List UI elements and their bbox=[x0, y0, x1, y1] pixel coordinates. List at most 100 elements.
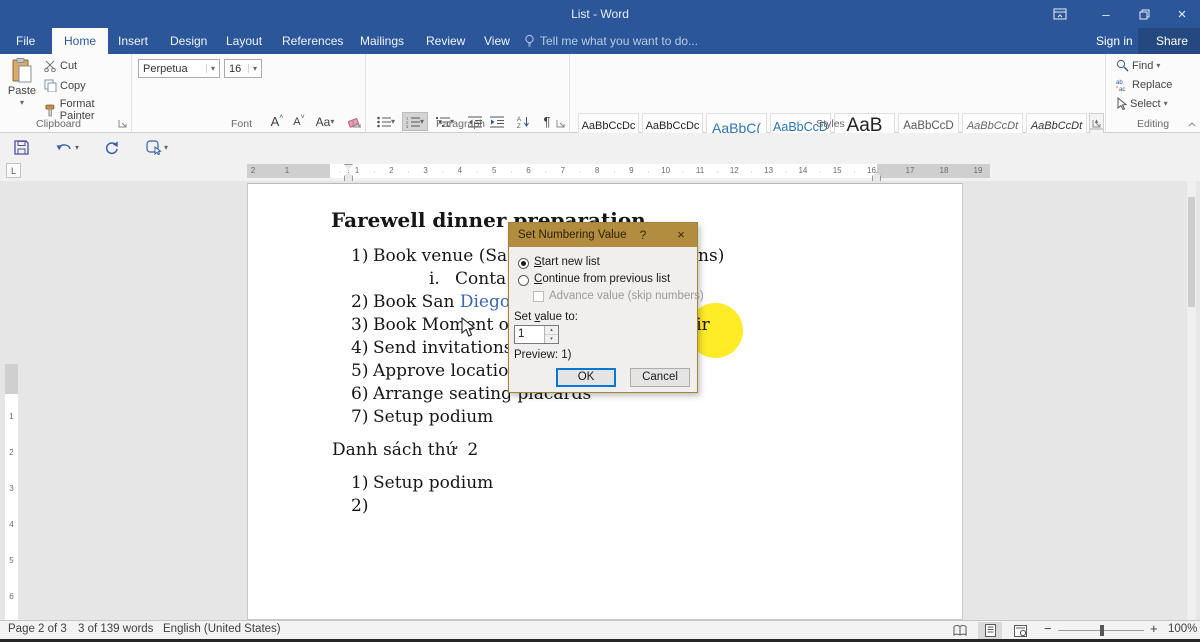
tab-references[interactable]: References bbox=[270, 28, 355, 54]
list-text: Setup podium bbox=[373, 473, 493, 493]
cursor-arrow-icon bbox=[1116, 97, 1127, 110]
ok-button[interactable]: OK bbox=[556, 368, 616, 387]
read-mode-button[interactable] bbox=[948, 622, 972, 639]
page-count[interactable]: Page 2 of 3 bbox=[8, 623, 67, 635]
tab-review[interactable]: Review bbox=[414, 28, 477, 54]
ruler-number: 4 bbox=[5, 520, 18, 529]
list-number: 1) bbox=[351, 473, 368, 493]
word-count[interactable]: 3 of 139 words bbox=[78, 623, 153, 635]
tab-design[interactable]: Design bbox=[158, 28, 219, 54]
find-button[interactable]: Find ▾ bbox=[1116, 59, 1160, 72]
vertical-scrollbar[interactable] bbox=[1187, 181, 1196, 620]
language-indicator[interactable]: English (United States) bbox=[163, 623, 281, 635]
ruler-tick: · bbox=[716, 169, 718, 176]
ruler-number: 3 bbox=[423, 166, 427, 175]
tab-file[interactable]: File bbox=[4, 28, 47, 54]
group-editing: Find ▾ abac Replace Select ▾ Editing bbox=[1106, 54, 1200, 133]
set-value-spinner[interactable]: 1 ▴ ▾ bbox=[514, 325, 559, 344]
ruler-number: 5 bbox=[492, 166, 496, 175]
paste-button[interactable]: Paste ▾ bbox=[5, 58, 39, 107]
spinner-down-button[interactable]: ▾ bbox=[545, 335, 558, 344]
cancel-button[interactable]: Cancel bbox=[630, 368, 690, 387]
ruler-margin bbox=[5, 364, 18, 394]
zoom-in-button[interactable]: + bbox=[1150, 621, 1158, 636]
group-paragraph: ▾ 123 ▾ ▾ AZ ¶ bbox=[366, 54, 570, 133]
select-button[interactable]: Select ▾ bbox=[1116, 97, 1168, 110]
dialog-close-button[interactable]: × bbox=[665, 223, 697, 247]
ruler-number: 15 bbox=[833, 166, 842, 175]
dialog-help-button[interactable]: ? bbox=[629, 223, 657, 247]
redo-button[interactable] bbox=[104, 136, 119, 158]
ribbon: Paste ▾ Cut Copy Format Painter Clipboar… bbox=[0, 54, 1200, 133]
list-text: Book Moment o bbox=[373, 315, 509, 335]
list-text: Conta bbox=[455, 269, 506, 289]
list-number: 6) bbox=[351, 384, 368, 404]
save-button[interactable] bbox=[14, 136, 29, 158]
ruler-number: 8 bbox=[595, 166, 599, 175]
clipboard-dialog-launcher-icon[interactable] bbox=[118, 119, 128, 129]
ruler-number: 11 bbox=[696, 166, 704, 175]
zoom-out-button[interactable]: − bbox=[1044, 621, 1052, 636]
scrollbar-thumb[interactable] bbox=[1188, 197, 1195, 307]
share-button[interactable]: Share bbox=[1138, 28, 1200, 54]
ruler-text-area bbox=[330, 164, 877, 178]
font-size-combobox[interactable]: 16 ▾ bbox=[224, 59, 262, 78]
doc-heading2: Danh sách thứ 2 bbox=[332, 440, 478, 460]
cut-button[interactable]: Cut bbox=[44, 60, 77, 72]
chevron-down-icon: ▾ bbox=[75, 143, 79, 152]
continue-previous-list-radio[interactable] bbox=[518, 275, 529, 286]
quick-access-toolbar: ▾ ▾ bbox=[0, 133, 1200, 161]
copy-button[interactable]: Copy bbox=[44, 79, 86, 92]
undo-button[interactable]: ▾ bbox=[56, 136, 79, 158]
ruler-tick: · bbox=[476, 169, 478, 176]
paragraph-dialog-launcher-icon[interactable] bbox=[556, 119, 566, 129]
set-value-label: Set value to: bbox=[514, 311, 578, 323]
tab-home[interactable]: Home bbox=[52, 28, 108, 54]
web-layout-button[interactable] bbox=[1008, 622, 1032, 639]
touch-mouse-mode-button[interactable]: ▾ bbox=[146, 136, 168, 158]
set-value-input[interactable]: 1 bbox=[518, 328, 524, 340]
group-font: Perpetua ▾ 16 ▾ A˄ A˅ Aa▾ B I U ▾ abc x₂… bbox=[132, 54, 366, 133]
ruler-tick: · bbox=[373, 169, 375, 176]
ruler-number: 18 bbox=[940, 166, 949, 175]
font-family-combobox[interactable]: Perpetua ▾ bbox=[138, 59, 220, 78]
chevron-down-icon: ▾ bbox=[20, 98, 24, 107]
advance-value-checkbox[interactable] bbox=[533, 291, 544, 302]
tell-me-box[interactable]: Tell me what you want to do... bbox=[524, 28, 698, 54]
horizontal-ruler: 211·2·3·4·5·6·7·8·9·10·11·12·13·14·15·16… bbox=[247, 164, 990, 178]
font-dialog-launcher-icon[interactable] bbox=[352, 119, 362, 129]
find-label: Find bbox=[1132, 60, 1153, 72]
start-new-list-radio[interactable] bbox=[518, 258, 529, 269]
styles-dialog-launcher-icon[interactable] bbox=[1092, 119, 1102, 129]
close-button[interactable]: × bbox=[1164, 0, 1200, 28]
editing-group-label: Editing bbox=[1106, 118, 1200, 130]
tab-layout[interactable]: Layout bbox=[214, 28, 274, 54]
access-key: S bbox=[534, 256, 542, 268]
tab-view[interactable]: View bbox=[472, 28, 522, 54]
spinner-up-button[interactable]: ▴ bbox=[545, 326, 558, 335]
pointer-box-icon bbox=[146, 140, 162, 155]
zoom-slider-thumb[interactable] bbox=[1100, 625, 1104, 636]
ruler-row: L 211·2·3·4·5·6·7·8·9·10·11·12·13·14·15·… bbox=[0, 161, 1200, 181]
chevron-down-icon: ▾ bbox=[1164, 99, 1168, 108]
list-number: 4) bbox=[351, 338, 368, 358]
ruler-number: 5 bbox=[5, 556, 18, 565]
list-number: 5) bbox=[351, 361, 368, 381]
collapse-ribbon-button[interactable] bbox=[1187, 119, 1197, 129]
zoom-level[interactable]: 100% bbox=[1168, 623, 1197, 635]
ruler-number: 3 bbox=[5, 484, 18, 493]
ribbon-display-options-icon[interactable] bbox=[1042, 0, 1078, 28]
sign-in-button[interactable]: Sign in bbox=[1096, 28, 1133, 54]
list-text: Book San Diego bbox=[373, 292, 510, 312]
tab-mailings[interactable]: Mailings bbox=[348, 28, 416, 54]
ruler-number: 16 bbox=[867, 166, 876, 175]
tab-insert[interactable]: Insert bbox=[106, 28, 160, 54]
print-layout-button[interactable] bbox=[978, 622, 1002, 639]
ruler-tick: · bbox=[853, 169, 855, 176]
ruler-number: 2 bbox=[251, 166, 255, 175]
restore-button[interactable] bbox=[1126, 0, 1162, 28]
replace-button[interactable]: abac Replace bbox=[1116, 78, 1172, 91]
tab-stop-selector[interactable]: L bbox=[6, 163, 21, 178]
minimize-button[interactable]: – bbox=[1088, 0, 1124, 28]
list-text: Setup podium bbox=[373, 407, 493, 427]
